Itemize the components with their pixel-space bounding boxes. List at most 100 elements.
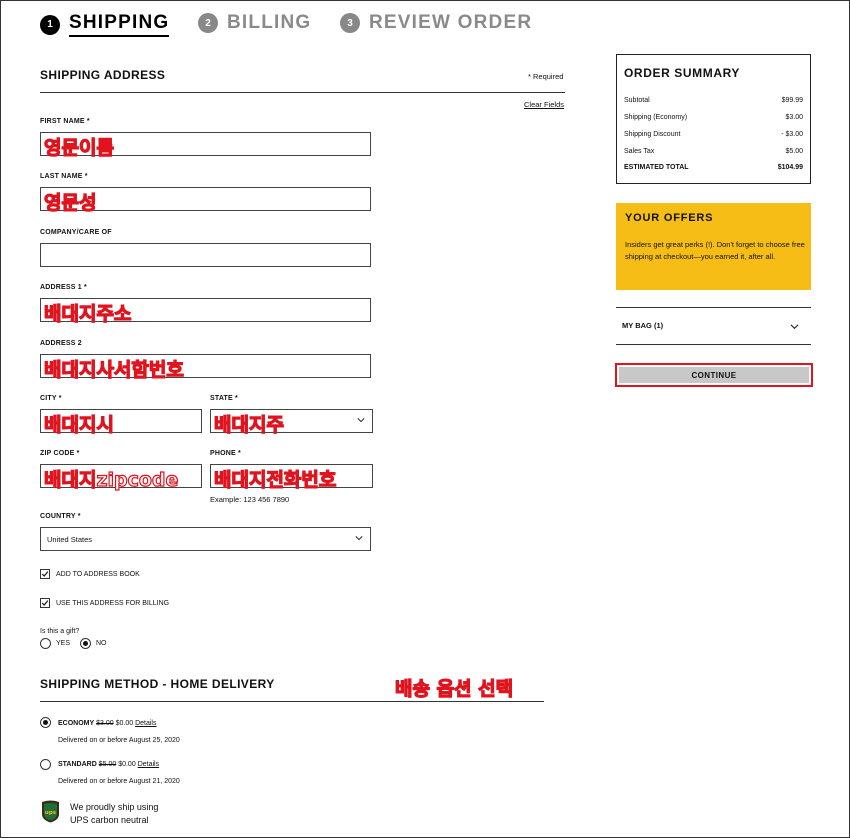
my-bag-toggle[interactable]: MY BAG (1): [616, 308, 811, 344]
summary-value: $3.00: [785, 114, 803, 121]
address2-value: 배대지사서함번호: [43, 358, 184, 381]
economy-old-price: $3.00: [96, 720, 114, 727]
address1-field[interactable]: 배대지주소: [40, 298, 371, 326]
state-value: 배대지주: [213, 413, 284, 436]
my-bag-label: MY BAG (1): [622, 321, 664, 330]
order-summary-title: ORDER SUMMARY: [624, 66, 741, 80]
radio-selected-dot: [43, 720, 48, 725]
city-value: 배대지시: [43, 413, 114, 436]
summary-label: ESTIMATED TOTAL: [624, 164, 689, 171]
phone-label: PHONE *: [210, 450, 241, 457]
state-label: STATE *: [210, 395, 238, 402]
chevron-down-icon: [355, 536, 363, 541]
step-billing[interactable]: 2 BILLING: [198, 12, 311, 34]
continue-label: CONTINUE: [619, 367, 809, 383]
summary-row: Shipping Discount - $3.00: [624, 131, 803, 138]
country-value: United States: [47, 535, 93, 544]
country-label: COUNTRY *: [40, 513, 81, 520]
standard-name: STANDARD: [58, 761, 97, 768]
summary-label: Sales Tax: [624, 148, 655, 155]
state-select[interactable]: 배대지주: [210, 409, 373, 437]
phone-field[interactable]: 배대지전화번호: [210, 464, 373, 492]
checkmark-icon: [41, 600, 49, 606]
radio-selected-dot: [83, 641, 88, 646]
add-to-address-book-label: ADD TO ADDRESS BOOK: [56, 571, 140, 578]
economy-name: ECONOMY: [58, 720, 95, 727]
ups-note-line1: We proudly ship using: [70, 802, 159, 812]
svg-text:ups: ups: [45, 810, 57, 816]
gift-yes-radio[interactable]: [40, 638, 51, 649]
summary-label: Shipping (Economy): [624, 114, 688, 121]
first-name-field[interactable]: 영문이름: [40, 132, 371, 160]
zip-value: 배대지zipcode: [43, 468, 179, 491]
summary-value: $5.00: [785, 148, 803, 155]
first-name-value: 영문이름: [43, 136, 114, 159]
standard-delivery: Delivered on or before August 21, 2020: [58, 778, 180, 785]
gift-no-label: NO: [96, 640, 107, 647]
step-number: 2: [198, 13, 218, 33]
address1-value: 배대지주소: [43, 302, 132, 325]
required-note: * Required: [528, 72, 564, 81]
chevron-down-icon: [357, 418, 365, 423]
last-name-label: LAST NAME *: [40, 173, 88, 180]
address2-field[interactable]: 배대지사서함번호: [40, 354, 371, 382]
standard-details-link[interactable]: Details: [138, 761, 159, 768]
summary-value: $99.99: [781, 97, 803, 104]
step-number: 3: [340, 13, 360, 33]
shipping-option-annotation: 배송 옵션 선택: [394, 677, 514, 700]
summary-value: - $3.00: [781, 131, 803, 138]
gift-no-radio[interactable]: [80, 638, 91, 649]
last-name-field[interactable]: 영문성: [40, 187, 371, 215]
divider: [40, 92, 565, 93]
city-label: CITY *: [40, 395, 62, 402]
offers-panel: YOUR OFFERS Insiders get great perks (!)…: [616, 203, 811, 290]
step-label: REVIEW ORDER: [369, 12, 533, 33]
last-name-value: 영문성: [43, 191, 97, 214]
offers-text: Insiders get great perks (!). Don't forg…: [625, 240, 805, 261]
divider: [616, 344, 811, 345]
step-number: 1: [40, 14, 60, 35]
country-select[interactable]: United States: [40, 527, 371, 551]
divider: [40, 701, 544, 702]
phone-value: 배대지전화번호: [213, 468, 337, 491]
zip-field[interactable]: 배대지zipcode: [40, 464, 202, 492]
address2-label: ADDRESS 2: [40, 340, 82, 347]
zip-label: ZIP CODE *: [40, 450, 80, 457]
standard-price: $0.00: [118, 761, 136, 768]
ups-logo-icon: ups: [42, 800, 59, 823]
summary-total-row: ESTIMATED TOTAL $104.99: [624, 164, 803, 171]
economy-details-link[interactable]: Details: [135, 720, 156, 727]
summary-row: Sales Tax $5.00: [624, 148, 803, 155]
ups-note: We proudly ship using UPS carbon neutral: [70, 801, 158, 827]
step-review-order[interactable]: 3 REVIEW ORDER: [340, 12, 532, 34]
shipping-address-title: SHIPPING ADDRESS: [40, 68, 166, 82]
gift-yes-label: YES: [56, 640, 71, 647]
summary-row: Shipping (Economy) $3.00: [624, 114, 803, 121]
economy-price: $0.00: [115, 720, 134, 727]
first-name-label: FIRST NAME *: [40, 118, 90, 125]
economy-option: ECONOMY $3.00 $0.00 Details: [58, 720, 157, 727]
shipping-method-title: SHIPPING METHOD - HOME DELIVERY: [40, 677, 275, 691]
step-label: BILLING: [227, 12, 312, 33]
summary-value: $104.99: [777, 164, 803, 171]
company-field[interactable]: [40, 243, 371, 267]
standard-radio[interactable]: [40, 759, 51, 770]
use-for-billing-label: USE THIS ADDRESS FOR BILLING: [56, 600, 170, 607]
step-label: SHIPPING: [69, 12, 170, 37]
step-shipping[interactable]: 1 SHIPPING: [40, 12, 170, 37]
use-for-billing-checkbox[interactable]: [40, 598, 50, 608]
summary-label: Shipping Discount: [624, 131, 681, 138]
continue-button[interactable]: CONTINUE: [615, 363, 813, 387]
summary-row: Subtotal $99.99: [624, 97, 803, 104]
ups-note-line2: UPS carbon neutral: [70, 815, 149, 825]
add-to-address-book-checkbox[interactable]: [40, 569, 50, 579]
standard-old-price: $5.00: [98, 761, 117, 768]
city-field[interactable]: 배대지시: [40, 409, 202, 437]
order-summary-panel: ORDER SUMMARY Subtotal $99.99 Shipping (…: [616, 54, 811, 184]
economy-radio[interactable]: [40, 717, 51, 728]
economy-delivery: Delivered on or before August 25, 2020: [58, 737, 180, 744]
clear-fields-link[interactable]: Clear Fields: [524, 100, 564, 109]
summary-label: Subtotal: [624, 97, 650, 104]
checkmark-icon: [41, 571, 49, 577]
address1-label: ADDRESS 1 *: [40, 284, 87, 291]
